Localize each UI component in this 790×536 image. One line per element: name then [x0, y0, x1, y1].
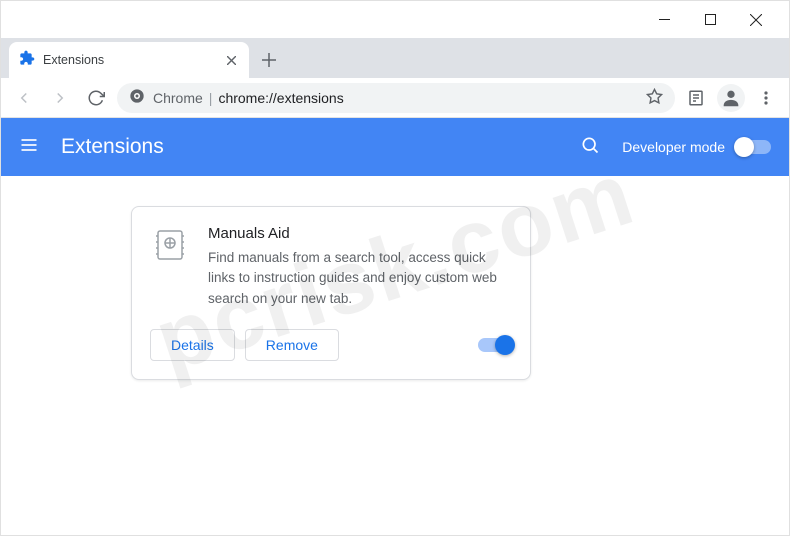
tab-title: Extensions — [43, 53, 215, 67]
browser-toolbar: Chrome | chrome://extensions — [0, 78, 790, 118]
search-icon[interactable] — [580, 135, 604, 159]
window-maximize-button[interactable] — [687, 5, 733, 35]
window-close-button[interactable] — [733, 5, 779, 35]
extensions-content: Manuals Aid Find manuals from a search t… — [0, 176, 790, 536]
tab-strip: Extensions — [0, 38, 790, 78]
page-title: Extensions — [61, 135, 580, 159]
extension-name: Manuals Aid — [208, 225, 512, 242]
menu-icon[interactable] — [19, 135, 43, 159]
reload-button[interactable] — [81, 83, 111, 113]
extension-icon — [150, 225, 190, 265]
extensions-header: Extensions Developer mode — [0, 118, 790, 176]
chrome-security-icon — [129, 88, 145, 107]
remove-button[interactable]: Remove — [245, 329, 339, 361]
reading-list-icon[interactable] — [681, 83, 711, 113]
extension-card: Manuals Aid Find manuals from a search t… — [131, 206, 531, 380]
profile-avatar-button[interactable] — [717, 84, 745, 112]
tab-close-button[interactable] — [223, 52, 239, 68]
toggle-knob — [495, 335, 515, 355]
window-minimize-button[interactable] — [641, 5, 687, 35]
back-button[interactable] — [9, 83, 39, 113]
extension-puzzle-icon — [19, 50, 35, 71]
bookmark-star-icon[interactable] — [646, 88, 663, 108]
window-titlebar — [0, 0, 790, 38]
developer-mode-toggle[interactable] — [737, 140, 771, 154]
url-text: Chrome | chrome://extensions — [153, 90, 638, 106]
extension-enable-toggle[interactable] — [478, 338, 512, 352]
address-bar[interactable]: Chrome | chrome://extensions — [117, 83, 675, 113]
extension-description: Find manuals from a search tool, access … — [208, 248, 512, 309]
developer-mode-label: Developer mode — [622, 139, 725, 155]
forward-button[interactable] — [45, 83, 75, 113]
chrome-menu-button[interactable] — [751, 83, 781, 113]
details-button[interactable]: Details — [150, 329, 235, 361]
browser-tab[interactable]: Extensions — [9, 42, 249, 78]
toggle-knob — [734, 137, 754, 157]
new-tab-button[interactable] — [255, 46, 283, 74]
